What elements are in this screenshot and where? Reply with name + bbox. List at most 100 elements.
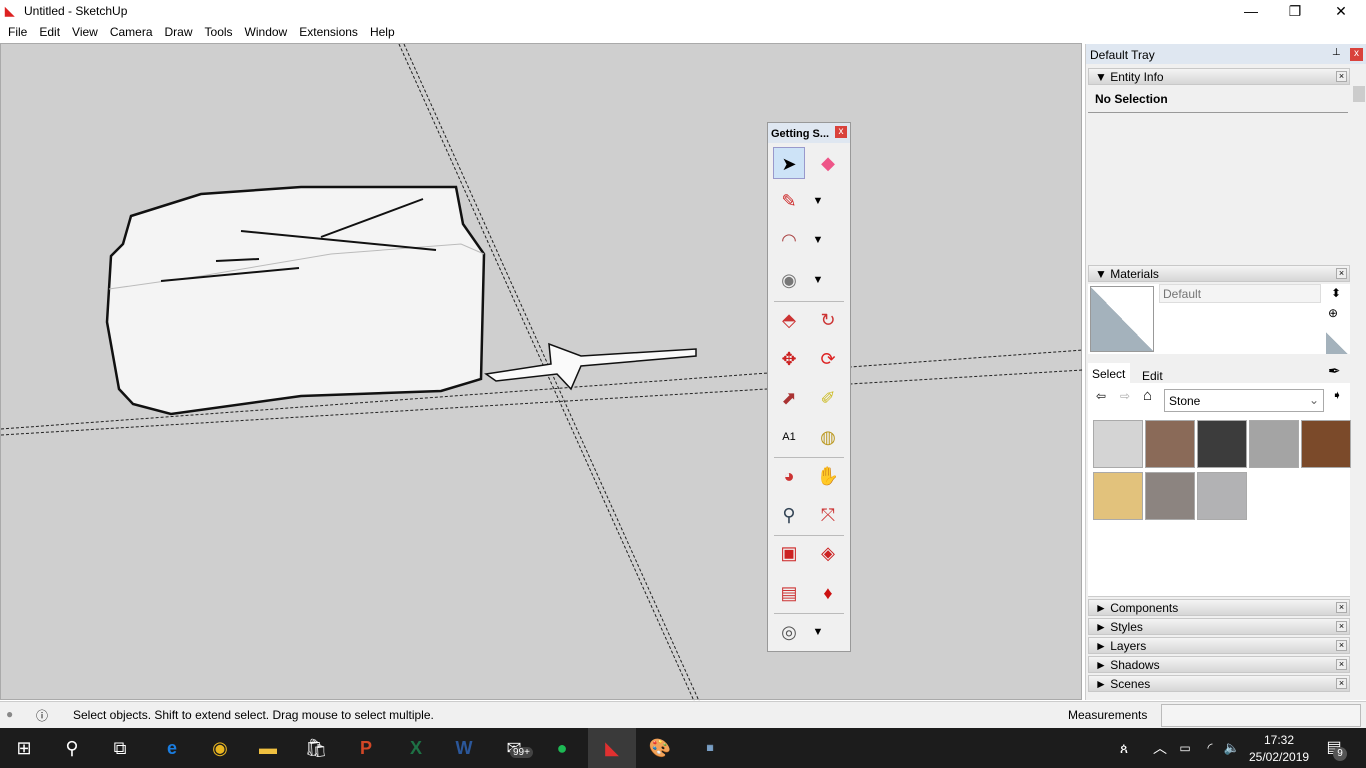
display-secondary-icon[interactable]: ⬍ (1331, 286, 1341, 300)
excel-icon[interactable]: X (396, 728, 436, 768)
components-header[interactable]: ► Components × (1088, 599, 1350, 616)
material-swatch[interactable] (1197, 472, 1247, 520)
store-icon[interactable]: 🛍 (296, 728, 336, 768)
start-icon[interactable]: ⊞ (4, 728, 44, 768)
sketchup-taskbar-icon[interactable]: ◣ (588, 728, 636, 768)
rotate-icon[interactable]: ⟳ (812, 343, 844, 375)
geo-location-icon[interactable]: ● (6, 707, 13, 721)
material-swatch[interactable] (1093, 472, 1143, 520)
paint-bucket-icon[interactable]: ◍ (812, 421, 844, 453)
menu-edit[interactable]: Edit (33, 22, 66, 42)
scrollbar-thumb[interactable] (1353, 86, 1365, 102)
clock-time[interactable]: 17:32 (1264, 733, 1294, 747)
notifications-icon[interactable]: ▤ (1314, 728, 1354, 768)
menu-window[interactable]: Window (239, 22, 294, 42)
tray-close-button[interactable]: x (1350, 48, 1363, 61)
minimize-button[interactable]: — (1228, 0, 1274, 22)
material-swatch[interactable] (1249, 420, 1299, 468)
material-swatch[interactable] (1145, 472, 1195, 520)
circle-dropdown-icon[interactable]: ▼ (802, 264, 834, 296)
default-material-swatch[interactable] (1326, 332, 1348, 354)
scenes-header[interactable]: ► Scenes × (1088, 675, 1350, 692)
paint-icon[interactable]: 🎨 (640, 728, 680, 768)
panel-close-button[interactable]: × (1336, 268, 1347, 279)
rock-model[interactable] (105, 185, 486, 416)
tab-select[interactable]: Select (1088, 363, 1130, 383)
panel-close-button[interactable]: × (1336, 678, 1347, 689)
pencil-dropdown-icon[interactable]: ▼ (802, 185, 834, 217)
follow-me-icon[interactable]: ↻ (812, 304, 844, 336)
menu-draw[interactable]: Draw (159, 22, 199, 42)
tray-scrollbar[interactable] (1351, 68, 1366, 700)
powerpoint-icon[interactable]: P (346, 728, 386, 768)
menu-view[interactable]: View (66, 22, 104, 42)
eyedropper-icon[interactable]: ✒ (1328, 362, 1341, 380)
task-view-icon[interactable]: ⧉ (100, 728, 140, 768)
file-explorer-icon[interactable]: ▬ (248, 728, 288, 768)
material-swatch[interactable] (1301, 420, 1351, 468)
zoom-icon[interactable]: ⚲ (773, 499, 805, 531)
panel-close-button[interactable]: × (1336, 621, 1347, 632)
pin-icon[interactable]: ⊥ (1332, 47, 1341, 58)
people-icon[interactable]: ጰ (1104, 728, 1144, 768)
material-name-field[interactable] (1159, 284, 1321, 303)
clock-date[interactable]: 25/02/2019 (1249, 750, 1309, 764)
panel-close-button[interactable]: × (1336, 71, 1347, 82)
scale-icon[interactable]: ⬈ (773, 382, 805, 414)
word-icon[interactable]: W (444, 728, 484, 768)
menu-file[interactable]: File (2, 22, 33, 42)
move-icon[interactable]: ✥ (773, 343, 805, 375)
pencil-icon[interactable]: ✎ (773, 185, 805, 217)
panel-close-button[interactable]: × (1336, 602, 1347, 613)
entity-info-header[interactable]: ▼ Entity Info × (1088, 68, 1350, 85)
maximize-button[interactable]: ❐ (1272, 0, 1318, 22)
forward-icon[interactable]: ⇨ (1120, 389, 1130, 403)
text-icon[interactable]: A1 (773, 421, 805, 453)
material-swatch[interactable] (1197, 420, 1247, 468)
menu-tools[interactable]: Tools (199, 22, 239, 42)
panel-close-button[interactable]: × (1336, 659, 1347, 670)
toolbar-close-button[interactable]: x (835, 126, 847, 138)
extension-warehouse-icon[interactable]: ◈ (812, 537, 844, 569)
edge-icon[interactable]: e (152, 728, 192, 768)
push-pull-icon[interactable]: ⬘ (773, 304, 805, 336)
chrome-icon[interactable]: ◉ (200, 728, 240, 768)
details-icon[interactable]: ➧ (1332, 388, 1342, 402)
shadows-header[interactable]: ► Shadows × (1088, 656, 1350, 673)
panel-close-button[interactable]: × (1336, 640, 1347, 651)
menu-camera[interactable]: Camera (104, 22, 159, 42)
orbit-icon[interactable]: ◕ (773, 460, 805, 492)
measurements-field[interactable] (1161, 704, 1361, 727)
styles-header[interactable]: ► Styles × (1088, 618, 1350, 635)
menu-help[interactable]: Help (364, 22, 401, 42)
modeling-viewport[interactable] (0, 43, 1084, 702)
material-swatch[interactable] (1093, 420, 1143, 468)
home-icon[interactable]: ⌂ (1143, 387, 1152, 404)
layers-header[interactable]: ► Layers × (1088, 637, 1350, 654)
spotify-icon[interactable]: ● (542, 728, 582, 768)
search-icon[interactable]: ⚲ (52, 728, 92, 768)
ruby-icon[interactable]: ♦ (812, 577, 844, 609)
layout-icon[interactable]: ▤ (773, 577, 805, 609)
pan-icon[interactable]: ✋ (812, 460, 844, 492)
warehouse-icon[interactable]: ▣ (773, 537, 805, 569)
arc-dropdown-icon[interactable]: ▼ (802, 224, 834, 256)
tab-edit[interactable]: Edit (1132, 365, 1170, 383)
close-button[interactable]: ✕ (1318, 0, 1364, 22)
menu-extensions[interactable]: Extensions (293, 22, 364, 42)
tape-measure-icon[interactable]: ✐ (812, 382, 844, 414)
materials-header[interactable]: ▼ Materials × (1088, 265, 1350, 282)
account-dropdown-icon[interactable]: ▼ (802, 616, 834, 648)
scene-canvas[interactable] (0, 43, 1084, 702)
app-icon[interactable]: ▦ (690, 728, 730, 768)
back-icon[interactable]: ⇦ (1096, 389, 1106, 403)
material-swatch[interactable] (1145, 420, 1195, 468)
eraser-icon[interactable]: ◆ (812, 147, 844, 179)
account-icon[interactable]: ◎ (773, 616, 805, 648)
volume-icon[interactable]: 🔈 (1212, 728, 1252, 768)
circle-icon[interactable]: ◉ (773, 264, 805, 296)
select-icon[interactable]: ➤ (773, 147, 805, 179)
collection-select[interactable]: Stone ⌄ (1164, 389, 1324, 412)
create-material-icon[interactable]: ⊕ (1328, 306, 1338, 320)
getting-started-toolbar[interactable]: Getting S... x ➤ ◆ ✎ ▼ ◠ ▼ ◉ ▼ ⬘ ↻ ✥ ⟳ ⬈… (767, 122, 851, 652)
